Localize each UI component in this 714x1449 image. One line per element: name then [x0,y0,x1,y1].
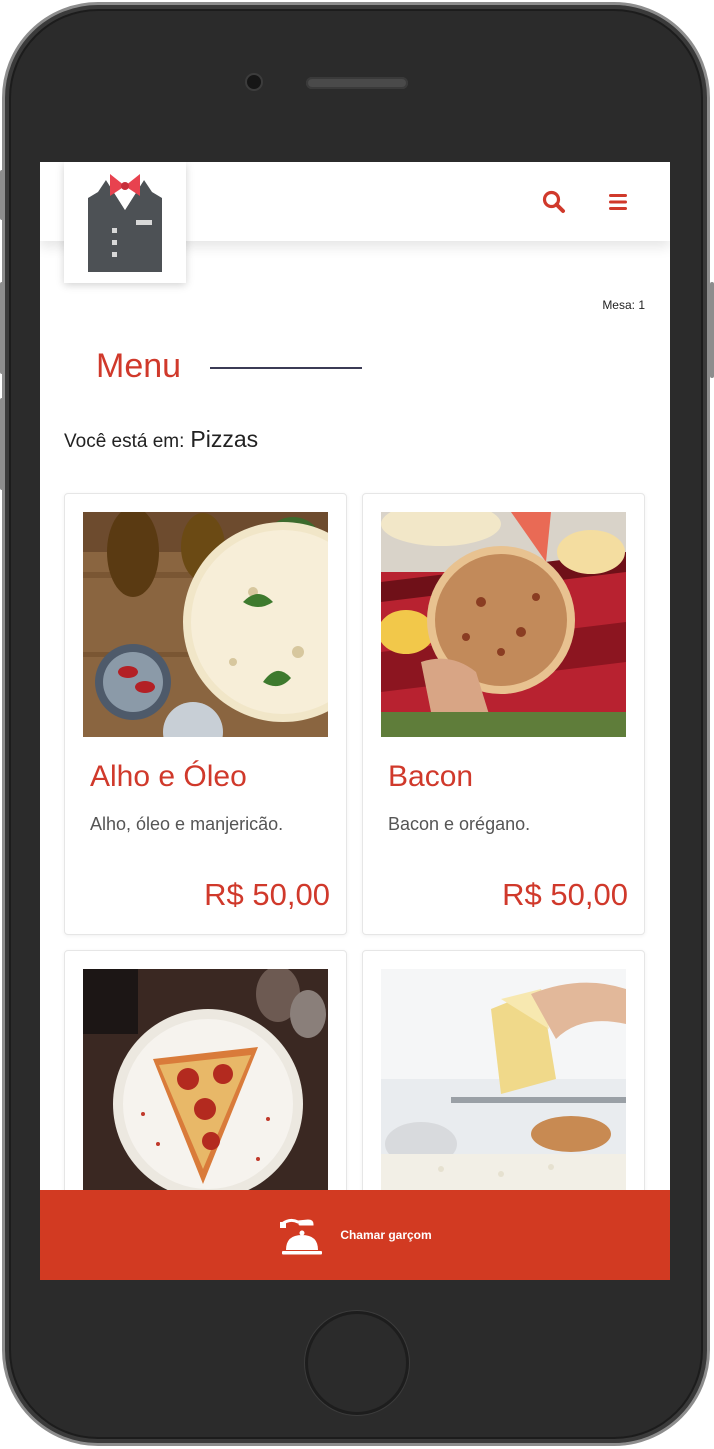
product-name: Bacon [388,760,474,793]
breadcrumb-prefix: Você está em: [64,431,185,452]
service-bell-icon [280,1218,323,1255]
search-icon[interactable] [540,188,568,216]
volume-down-button [0,398,4,490]
call-waiter-label: Chamar garçom [340,1228,432,1242]
breadcrumb: Você está em: Pizzas [64,426,258,453]
product-image [381,969,626,1194]
front-camera [245,73,263,91]
hamburger-menu-icon[interactable] [604,188,632,216]
silent-switch [0,170,4,220]
waiter-vest-icon [88,174,162,272]
home-button[interactable] [305,1311,409,1415]
table-number: Mesa: 1 [602,298,645,312]
volume-up-button [0,282,4,374]
earpiece-speaker [306,77,408,89]
app-screen: Mesa: 1 Menu Você está em: Pizzas Alho e… [40,162,670,1280]
breadcrumb-category[interactable]: Pizzas [190,426,258,453]
product-description: Bacon e orégano. [388,814,531,834]
product-image [83,969,328,1194]
product-price: R$ 50,00 [502,877,628,912]
product-image [83,512,328,737]
product-card-bacon[interactable]: Bacon Bacon e orégano. R$ 50,00 [362,493,645,935]
title-divider [210,367,362,369]
page-title: Menu [96,347,182,385]
power-button [710,282,714,378]
logo[interactable] [64,162,186,283]
product-image [381,512,626,737]
call-waiter-button[interactable]: Chamar garçom [40,1190,670,1280]
product-name: Alho e Óleo [90,760,247,793]
product-price: R$ 50,00 [204,877,330,912]
product-card-alho-e-oleo[interactable]: Alho e Óleo Alho, óleo e manjericão. R$ … [64,493,347,935]
product-description: Alho, óleo e manjericão. [90,814,284,834]
